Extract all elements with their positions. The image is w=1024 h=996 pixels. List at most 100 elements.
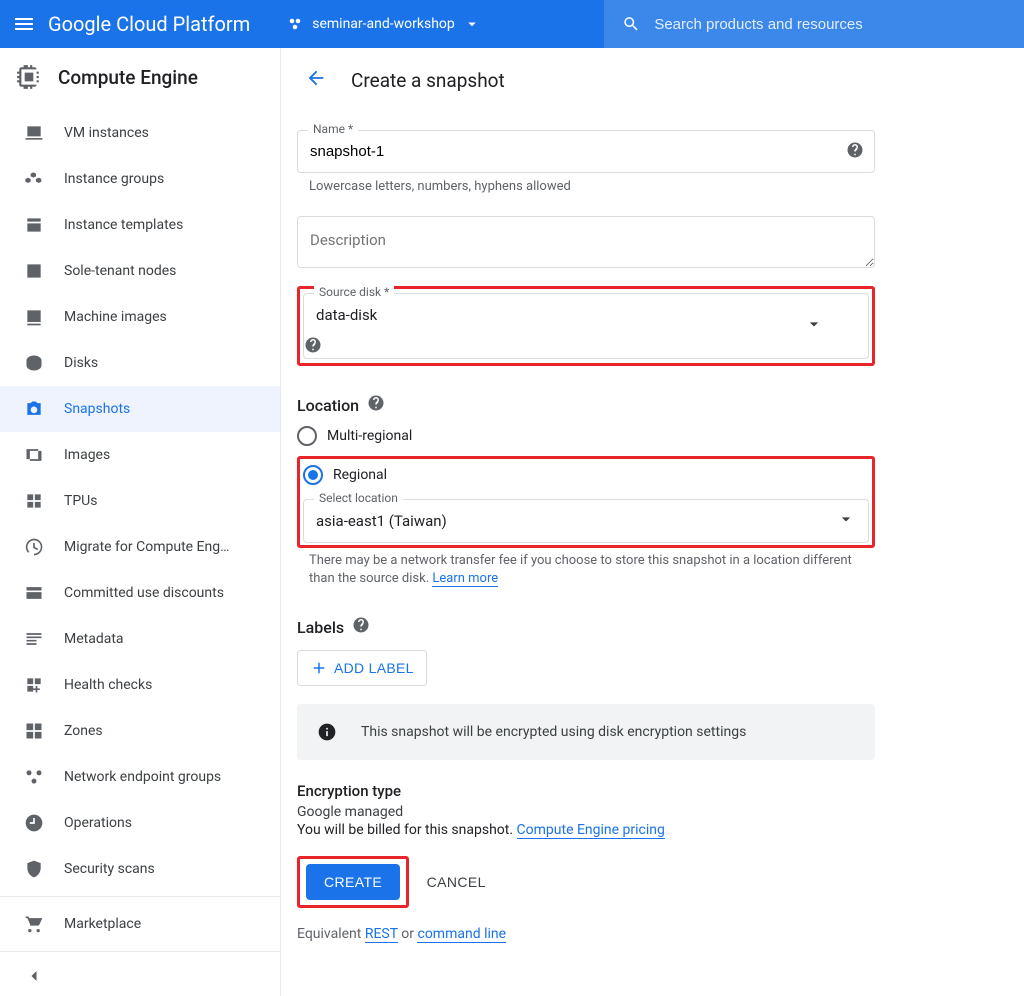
sidebar-item-label: Health checks [64, 677, 152, 693]
sidebar-item-label: Sole-tenant nodes [64, 263, 176, 279]
main-content: Create a snapshot Name * Lowercase lette… [281, 48, 1024, 996]
sidebar-item-health[interactable]: Health checks [0, 662, 280, 708]
sidebar-item-label: Instance templates [64, 217, 183, 233]
help-icon [352, 616, 370, 634]
encryption-info-text: This snapshot will be encrypted using di… [361, 724, 746, 740]
hamburger-icon [12, 12, 36, 36]
source-disk-label: Source disk * [314, 285, 394, 299]
info-icon [317, 722, 337, 742]
billing-note: You will be billed for this snapshot. Co… [297, 822, 875, 838]
sidebar-item-label: Disks [64, 355, 98, 371]
sidebar-item-snapshot[interactable]: Snapshots [0, 386, 280, 432]
create-button[interactable]: CREATE [306, 864, 400, 900]
zones-icon [24, 721, 44, 741]
sidebar-item-migrate[interactable]: Migrate for Compute Eng… [0, 524, 280, 570]
location-select-label: Select location [314, 491, 403, 505]
back-button[interactable] [297, 59, 335, 101]
learn-more-link[interactable]: Learn more [432, 571, 498, 587]
source-disk-select[interactable]: Source disk * data-disk [303, 293, 869, 359]
mimage-icon [24, 307, 44, 327]
sidebar-nav[interactable]: VM instances Instance groups Instance temp… [0, 110, 280, 892]
tenant-icon [24, 261, 44, 281]
sidebar-item-group[interactable]: Instance groups [0, 156, 280, 202]
group-icon [24, 169, 44, 189]
sidebar-item-label: TPUs [64, 493, 98, 509]
form: Name * Lowercase letters, numbers, hyphe… [281, 130, 891, 966]
sidebar-item-images[interactable]: Images [0, 432, 280, 478]
health-icon [24, 675, 44, 695]
help-icon [846, 141, 864, 159]
sidebar-item-label: Machine images [64, 309, 167, 325]
sidebar-item-template[interactable]: Instance templates [0, 202, 280, 248]
sidebar-marketplace[interactable]: Marketplace [0, 901, 280, 947]
add-label-text: ADD LABEL [334, 660, 414, 676]
vm-icon [24, 123, 44, 143]
page-header: Create a snapshot [281, 48, 1024, 112]
sidebar-item-neg[interactable]: Network endpoint groups [0, 754, 280, 800]
images-icon [24, 445, 44, 465]
sidebar: Compute Engine VM instances Instance grou… [0, 48, 281, 996]
menu-button[interactable] [0, 12, 48, 36]
arrow-back-icon [305, 67, 327, 89]
product-title: Compute Engine [58, 66, 198, 89]
highlight-regional: Regional Select location asia-east1 (Tai… [297, 456, 875, 548]
pricing-link[interactable]: Compute Engine pricing [517, 822, 665, 839]
ops-icon [24, 813, 44, 833]
name-help[interactable] [846, 141, 864, 163]
caret-down-icon [836, 509, 856, 533]
brand-title: Google Cloud Platform [48, 12, 250, 36]
sidebar-item-metadata[interactable]: Metadata [0, 616, 280, 662]
radio-icon [297, 426, 317, 446]
sidebar-item-vm[interactable]: VM instances [0, 110, 280, 156]
rest-link[interactable]: REST [365, 926, 398, 943]
neg-icon [24, 767, 44, 787]
sidebar-item-zones[interactable]: Zones [0, 708, 280, 754]
help-icon [367, 394, 385, 412]
disk-icon [24, 353, 44, 373]
location-note: There may be a network transfer fee if y… [309, 552, 875, 588]
search-input[interactable] [654, 16, 1006, 33]
migrate-icon [24, 537, 44, 557]
sidebar-item-label: Network endpoint groups [64, 769, 221, 785]
encryption-info: This snapshot will be encrypted using di… [297, 704, 875, 760]
add-label-button[interactable]: ADD LABEL [297, 650, 427, 686]
location-select-value: asia-east1 (Taiwan) [304, 500, 868, 542]
labels-help[interactable] [352, 616, 370, 638]
sidebar-item-tpu[interactable]: TPUs [0, 478, 280, 524]
name-input[interactable] [298, 131, 874, 172]
sidebar-header: Compute Engine [0, 48, 280, 110]
source-disk-help[interactable] [304, 342, 322, 358]
search-bar[interactable] [604, 0, 1024, 48]
command-line-link[interactable]: command line [417, 926, 506, 943]
sidebar-item-label: Images [64, 447, 110, 463]
tpu-icon [24, 491, 44, 511]
search-icon [622, 14, 640, 34]
discount-icon [24, 583, 44, 603]
radio-multi-regional[interactable]: Multi-regional [297, 426, 875, 446]
sidebar-item-label: Instance groups [64, 171, 164, 187]
radio-regional[interactable]: Regional [303, 465, 869, 485]
sidebar-item-ops[interactable]: Operations [0, 800, 280, 846]
location-title: Location [297, 394, 875, 416]
cancel-button[interactable]: CANCEL [427, 874, 486, 890]
sidebar-item-label: Zones [64, 723, 103, 739]
caret-down-icon [463, 15, 481, 33]
name-hint: Lowercase letters, numbers, hyphens allo… [309, 179, 875, 194]
location-select[interactable]: Select location asia-east1 (Taiwan) [303, 499, 869, 543]
sidebar-item-tenant[interactable]: Sole-tenant nodes [0, 248, 280, 294]
equivalent-line: Equivalent REST or command line [297, 926, 875, 942]
sidebar-item-label: Committed use discounts [64, 585, 224, 601]
help-icon [304, 336, 322, 354]
sidebar-item-security[interactable]: Security scans [0, 846, 280, 892]
location-help[interactable] [367, 394, 385, 416]
marketplace-label: Marketplace [64, 916, 141, 932]
description-input[interactable] [297, 216, 875, 268]
sidebar-item-mimage[interactable]: Machine images [0, 294, 280, 340]
highlight-create: CREATE [297, 856, 409, 908]
source-disk-value: data-disk [304, 294, 868, 336]
marketplace-icon [24, 914, 44, 934]
sidebar-item-disk[interactable]: Disks [0, 340, 280, 386]
collapse-sidebar-button[interactable] [0, 956, 280, 996]
sidebar-item-discount[interactable]: Committed use discounts [0, 570, 280, 616]
project-picker[interactable]: seminar-and-workshop [274, 15, 493, 33]
